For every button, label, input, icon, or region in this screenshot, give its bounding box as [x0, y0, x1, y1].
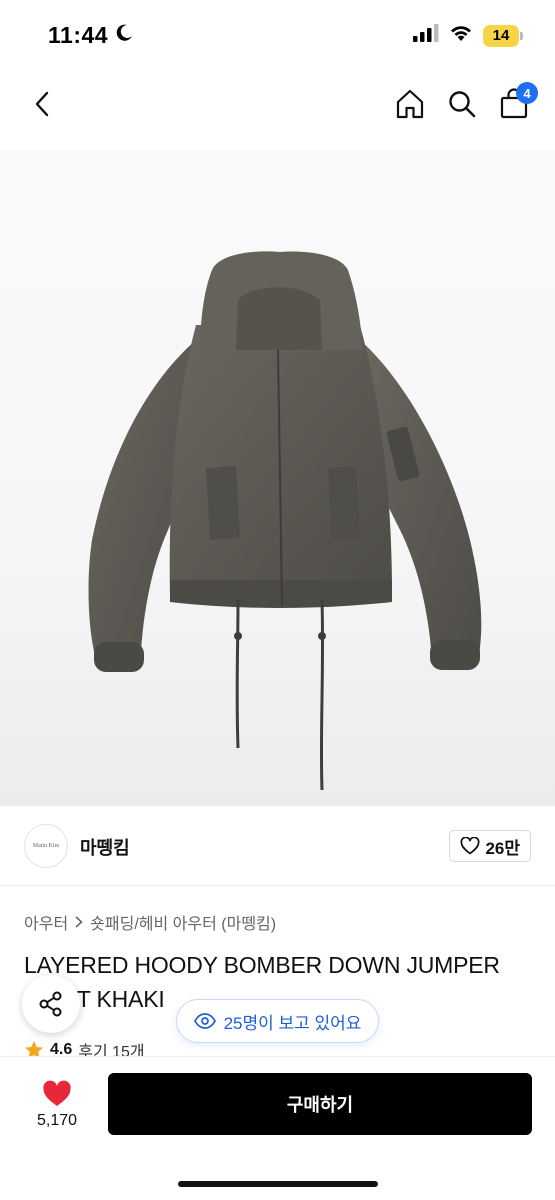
status-indicators: 14	[413, 24, 523, 47]
battery-icon: 14	[483, 24, 523, 47]
viewers-pill: 25명이 보고 있어요	[176, 999, 379, 1043]
brand-like-button[interactable]: 26만	[449, 830, 531, 862]
brand-name[interactable]: 마뗑킴	[80, 834, 130, 860]
wish-count: 5,170	[36, 1112, 78, 1129]
home-button[interactable]	[390, 84, 430, 124]
cart-button[interactable]: 4	[494, 82, 538, 124]
moon-icon	[114, 22, 134, 49]
nav-bar: 4	[0, 72, 555, 136]
home-icon	[396, 89, 424, 119]
eye-icon	[193, 1013, 216, 1029]
share-icon	[39, 991, 62, 1017]
brand-row: Matin Kim 마뗑킴 26만	[0, 820, 555, 886]
share-button[interactable]	[22, 975, 80, 1033]
breadcrumb-subcategory[interactable]: 숏패딩/헤비 아우터 (마뗑킴)	[90, 910, 276, 934]
status-bar: 11:44 14	[0, 0, 555, 72]
heart-outline-icon	[460, 837, 480, 855]
heart-filled-icon	[43, 1080, 71, 1106]
breadcrumb: 아우터 숏패딩/헤비 아우터 (마뗑킴)	[24, 910, 276, 934]
buy-button[interactable]: 구매하기	[108, 1073, 532, 1135]
search-button[interactable]	[442, 84, 482, 124]
status-time: 11:44	[48, 22, 109, 48]
home-indicator	[178, 1181, 378, 1187]
breadcrumb-category[interactable]: 아우터	[24, 910, 68, 934]
search-icon	[449, 91, 476, 118]
chevron-right-icon	[75, 916, 83, 928]
status-time-group: 11:44	[48, 22, 134, 49]
product-image[interactable]	[0, 150, 555, 806]
back-icon	[35, 91, 49, 117]
brand-logo[interactable]: Matin Kim	[24, 824, 68, 868]
cart-count-badge: 4	[516, 82, 538, 104]
brand-like-count: 26만	[485, 838, 520, 858]
wish-button[interactable]: 5,170	[24, 1073, 90, 1137]
wifi-icon	[449, 24, 473, 47]
jacket-image	[88, 251, 482, 791]
back-button[interactable]	[24, 84, 60, 124]
bottom-bar: 5,170 구매하기	[0, 1056, 555, 1200]
viewers-text: 25명이 보고 있어요	[223, 1013, 362, 1033]
signal-icon	[413, 24, 439, 47]
